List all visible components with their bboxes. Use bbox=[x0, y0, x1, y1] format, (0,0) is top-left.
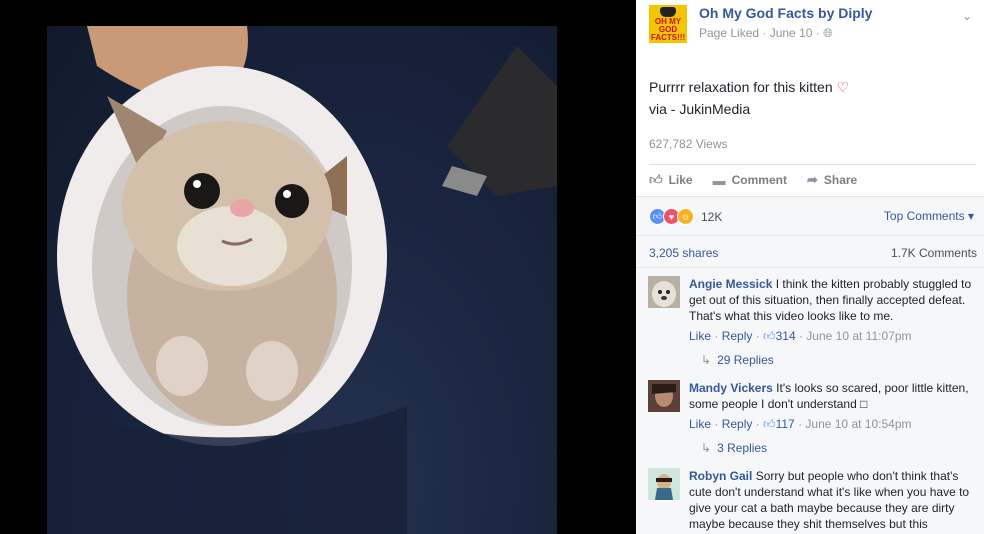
post-meta-text: Page Liked · June 10 · bbox=[699, 26, 824, 40]
reactions-bar: 👍︎ ♥ ☺ 12K Top Comments ▾ bbox=[636, 196, 984, 235]
comment-body: Angie Messick I think the kitten probabl… bbox=[689, 276, 978, 324]
thumbs-up-icon: 👍︎ bbox=[763, 417, 776, 431]
comment-body: Mandy Vickers It's looks so scared, poor… bbox=[689, 380, 978, 412]
comment-label: Comment bbox=[731, 173, 787, 187]
thumbs-up-icon: 👍︎ bbox=[649, 172, 663, 187]
view-count: 627,782 Views bbox=[649, 137, 728, 151]
post-message-line2: via - JukinMedia bbox=[649, 101, 751, 117]
comment-like-count[interactable]: 314 bbox=[776, 329, 796, 343]
top-comments-label: Top Comments bbox=[883, 209, 965, 223]
top-comments-dropdown[interactable]: Top Comments ▾ bbox=[884, 209, 974, 223]
comment-author[interactable]: Mandy Vickers bbox=[689, 381, 773, 395]
replies-label: 29 Replies bbox=[717, 353, 774, 367]
comment-bubble-icon: ▬ bbox=[712, 172, 726, 188]
page-name-link[interactable]: Oh My God Facts by Diply bbox=[699, 5, 872, 21]
comment-count[interactable]: 1.7K Comments bbox=[891, 246, 977, 260]
haha-reaction-icon: ☺ bbox=[677, 208, 694, 225]
post-options-chevron-icon[interactable]: ⌄ bbox=[962, 9, 972, 23]
view-replies-link[interactable]: ↳ 3 Replies bbox=[701, 441, 767, 455]
video-player[interactable] bbox=[0, 0, 636, 534]
post-header: OH MY GOD FACTS!!! Oh My God Facts by Di… bbox=[649, 5, 984, 45]
heart-emoji-icon: ♡ bbox=[836, 79, 850, 95]
avatar[interactable] bbox=[648, 380, 680, 412]
post-panel: OH MY GOD FACTS!!! Oh My God Facts by Di… bbox=[636, 0, 984, 534]
post-actions: 👍︎ Like ▬ Comment ➦ Share bbox=[649, 164, 976, 195]
logo-text: OH MY GOD FACTS!!! bbox=[650, 16, 686, 42]
comment-meta: Like · Reply · 👍︎314 · June 10 at 11:07p… bbox=[689, 329, 912, 343]
reaction-count: 12K bbox=[701, 209, 723, 224]
video-frame[interactable] bbox=[47, 26, 557, 534]
comment-like-link[interactable]: Like bbox=[689, 417, 711, 431]
comment-author[interactable]: Robyn Gail bbox=[689, 469, 752, 483]
comment-like-link[interactable]: Like bbox=[689, 329, 711, 343]
avatar[interactable] bbox=[648, 276, 680, 308]
reply-arrow-icon: ↳ bbox=[701, 441, 712, 455]
logo-face-icon bbox=[660, 6, 676, 17]
missing-glyph-icon: □ bbox=[860, 397, 868, 411]
shares-link[interactable]: 3,205 shares bbox=[649, 246, 718, 260]
comment-time[interactable]: June 10 at 11:07pm bbox=[806, 329, 911, 343]
post-meta: Page Liked · June 10 · 🌐︎ bbox=[699, 26, 833, 41]
comment-button[interactable]: ▬ Comment bbox=[713, 173, 787, 188]
comment-meta: Like · Reply · 👍︎117 · June 10 at 10:54p… bbox=[689, 417, 912, 431]
share-label: Share bbox=[823, 173, 858, 187]
comments-list: Angie Messick I think the kitten probabl… bbox=[636, 267, 984, 534]
like-button[interactable]: 👍︎ Like bbox=[649, 172, 693, 188]
view-replies-link[interactable]: ↳ 29 Replies bbox=[701, 353, 774, 367]
share-arrow-icon: ➦ bbox=[806, 172, 818, 187]
page-avatar[interactable]: OH MY GOD FACTS!!! bbox=[649, 5, 687, 43]
avatar[interactable] bbox=[648, 468, 680, 500]
comment-time[interactable]: June 10 at 10:54pm bbox=[805, 417, 911, 431]
comment-reply-link[interactable]: Reply bbox=[722, 329, 753, 343]
reactions-summary[interactable]: 👍︎ ♥ ☺ 12K bbox=[649, 208, 722, 225]
share-button[interactable]: ➦ Share bbox=[807, 172, 857, 188]
post-message: Purrrr relaxation for this kitten ♡ via … bbox=[649, 76, 849, 120]
like-label: Like bbox=[668, 173, 693, 187]
post-message-text: Purrrr relaxation for this kitten bbox=[649, 79, 833, 95]
comment-reply-link[interactable]: Reply bbox=[722, 417, 753, 431]
post-message-line1: Purrrr relaxation for this kitten ♡ bbox=[649, 76, 849, 98]
kitten-video-still bbox=[57, 26, 557, 534]
replies-label: 3 Replies bbox=[717, 441, 768, 455]
caret-down-icon: ▾ bbox=[967, 209, 974, 223]
comment-author[interactable]: Angie Messick bbox=[689, 277, 772, 291]
reply-arrow-icon: ↳ bbox=[701, 353, 712, 367]
stats-bar: 3,205 shares 1.7K Comments bbox=[636, 235, 984, 268]
comment-like-count[interactable]: 117 bbox=[776, 417, 795, 431]
comment-body: Robyn Gail Sorry but people who don't th… bbox=[689, 468, 978, 532]
thumbs-up-icon: 👍︎ bbox=[763, 329, 776, 343]
globe-icon: 🌐︎ bbox=[823, 26, 833, 40]
